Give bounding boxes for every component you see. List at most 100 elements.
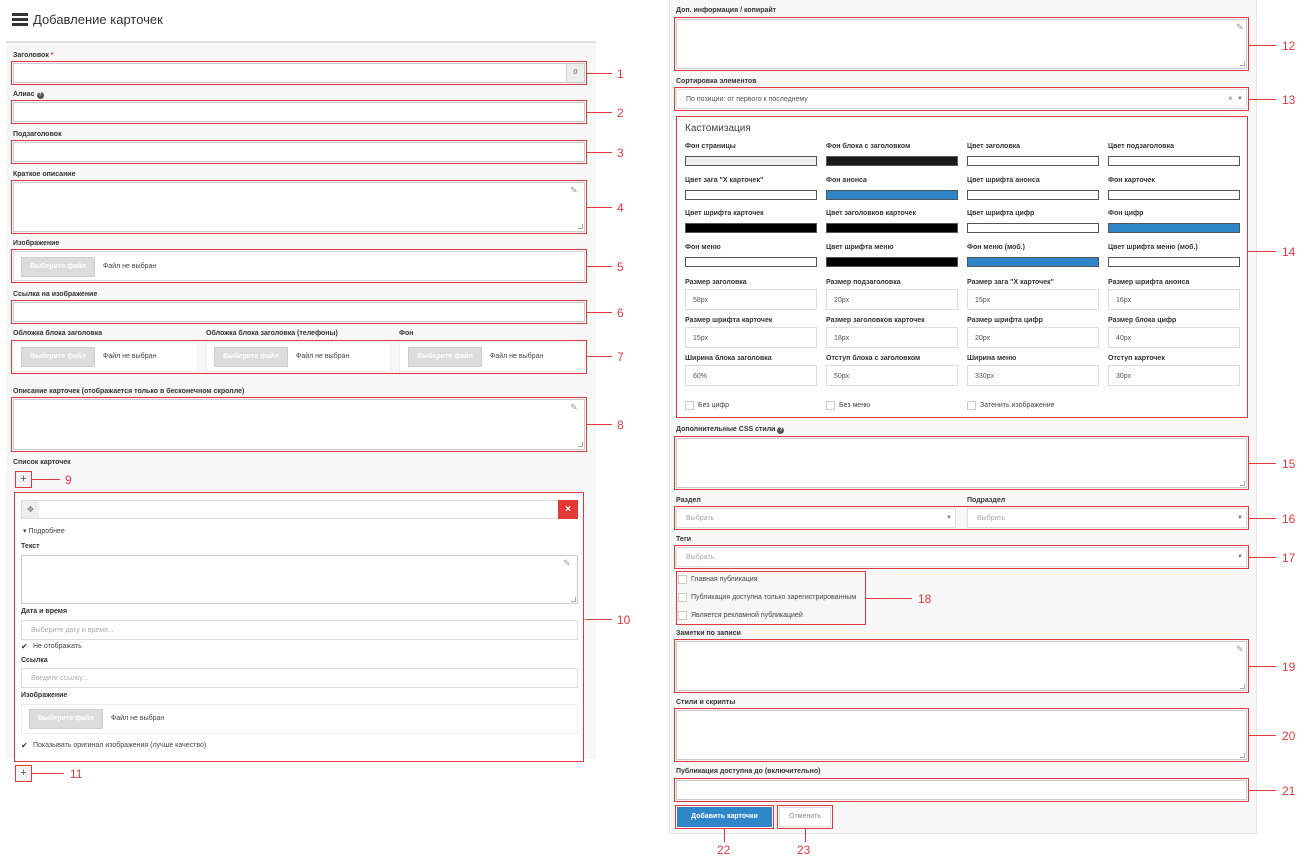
size-field-input[interactable]: 58px <box>685 289 817 310</box>
annot-box-5 <box>11 249 587 283</box>
callout-line <box>1249 735 1276 736</box>
cards-list-label: Список карточек <box>13 459 71 466</box>
callout-10: 10 <box>617 613 631 627</box>
color-swatch[interactable] <box>1108 257 1240 267</box>
color-swatch[interactable] <box>685 257 817 267</box>
color-swatch[interactable] <box>1108 190 1240 200</box>
hide-label: Не отображать <box>33 643 82 650</box>
subsection-label: Подраздел <box>967 497 1006 504</box>
annot-box-20 <box>674 708 1249 762</box>
size-field-input[interactable]: 16px <box>1108 289 1240 310</box>
size-field-input[interactable]: 40px <box>1108 327 1240 348</box>
annot-box-2 <box>11 100 587 124</box>
annot-box-19 <box>674 639 1249 693</box>
datetime-input[interactable]: Выберите дату и время... <box>21 620 578 640</box>
callout-line <box>1249 666 1276 667</box>
callout-line <box>1249 518 1276 519</box>
color-field-label: Цвет шрифта цифр <box>967 210 1035 217</box>
annot-box-15 <box>674 436 1249 490</box>
add-card-bottom-button[interactable]: + <box>15 765 32 782</box>
hamburger-icon[interactable] <box>12 13 28 26</box>
color-field-label: Цвет заголовка <box>967 143 1021 150</box>
annot-box-23 <box>777 805 833 829</box>
color-swatch[interactable] <box>826 257 958 267</box>
magic-wand-icon[interactable]: ✎ <box>563 558 571 569</box>
annot-box-8 <box>11 397 587 452</box>
color-swatch[interactable] <box>967 190 1099 200</box>
callout-11: 11 <box>70 767 83 781</box>
callout-19: 19 <box>1282 660 1296 674</box>
delete-card-button[interactable]: × <box>558 500 578 519</box>
annot-box-1 <box>11 61 587 85</box>
color-field-label: Фон карточек <box>1108 177 1155 184</box>
no-file-text: Файл не выбран <box>111 715 165 722</box>
size-field-input[interactable]: 30px <box>1108 365 1240 386</box>
link-input[interactable]: Введите ссылку... <box>21 668 578 688</box>
help-icon: ? <box>777 427 785 434</box>
customization-title: Кастомизация <box>685 123 751 134</box>
callout-line <box>1248 251 1276 252</box>
color-swatch[interactable] <box>826 223 958 233</box>
notes-label: Заметки по записи <box>676 630 741 637</box>
size-field-label: Размер заголовка <box>685 279 747 286</box>
add-card-top-button[interactable]: + <box>15 471 32 488</box>
callout-16: 16 <box>1282 512 1296 526</box>
color-swatch[interactable] <box>685 190 817 200</box>
color-swatch[interactable] <box>1108 223 1240 233</box>
no-digits-checkbox[interactable] <box>685 401 694 410</box>
annot-box-13 <box>674 87 1249 111</box>
size-field-input[interactable]: 20px <box>967 327 1099 348</box>
size-field-input[interactable]: 20px <box>826 289 958 310</box>
sort-label: Сортировка элементов <box>676 78 757 85</box>
callout-line <box>1249 790 1276 791</box>
color-swatch[interactable] <box>967 223 1099 233</box>
color-swatch[interactable] <box>1108 156 1240 166</box>
drag-handle-icon[interactable]: ✥ <box>22 501 39 518</box>
size-field-input[interactable]: 50px <box>826 365 958 386</box>
callout-line <box>805 829 806 842</box>
size-field-label: Размер зага "X карточек" <box>967 279 1054 286</box>
callout-17: 17 <box>1282 551 1296 565</box>
size-field-input[interactable]: 60% <box>685 365 817 386</box>
size-field-input[interactable]: 330px <box>967 365 1099 386</box>
card-image-file-field <box>21 704 578 734</box>
callout-line <box>587 73 612 74</box>
callout-2: 2 <box>617 106 624 120</box>
color-swatch[interactable] <box>967 156 1099 166</box>
section-label: Раздел <box>676 497 701 504</box>
title-label: Заголовок * <box>13 52 54 59</box>
callout-12: 12 <box>1282 39 1296 53</box>
color-field-label: Цвет шрифта анонса <box>967 177 1040 184</box>
no-menu-checkbox[interactable] <box>826 401 835 410</box>
callout-13: 13 <box>1282 93 1296 107</box>
more-toggle[interactable]: ▾ Подробнее <box>23 527 65 535</box>
size-field-input[interactable]: 18px <box>826 327 958 348</box>
size-field-label: Размер шрифта цифр <box>967 317 1043 324</box>
darken-image-checkbox[interactable] <box>967 401 976 410</box>
card-text-textarea[interactable] <box>21 555 578 604</box>
size-field-input[interactable]: 15px <box>967 289 1099 310</box>
extra-info-label: Доп. информация / копирайт <box>676 7 777 14</box>
callout-line <box>587 266 612 267</box>
color-swatch[interactable] <box>685 223 817 233</box>
original-checkbox[interactable]: ✔ <box>21 741 28 750</box>
annot-box-4 <box>11 180 587 234</box>
color-swatch[interactable] <box>967 257 1099 267</box>
size-field-input[interactable]: 15px <box>685 327 817 348</box>
callout-15: 15 <box>1282 457 1296 471</box>
cards-desc-label: Описание карточек (отображается только в… <box>13 388 245 395</box>
choose-file-button[interactable]: Выберите файл <box>29 709 103 729</box>
color-field-label: Цвет заголовков карточек <box>826 210 917 217</box>
color-swatch[interactable] <box>826 190 958 200</box>
cover-phone-label: Обложка блока заголовка (телефоны) <box>206 330 338 337</box>
help-icon: ? <box>36 92 44 99</box>
color-field-label: Фон анонса <box>826 177 867 184</box>
color-swatch[interactable] <box>826 156 958 166</box>
resize-handle[interactable] <box>571 597 576 602</box>
size-field-label: Размер заголовков карточек <box>826 317 925 324</box>
color-swatch[interactable] <box>685 156 817 166</box>
page-title: Добавление карточек <box>33 12 163 27</box>
hide-checkbox[interactable]: ✔ <box>21 642 28 651</box>
color-field-label: Фон меню (моб.) <box>967 244 1025 251</box>
color-field-label: Цвет шрифта меню <box>826 244 894 251</box>
